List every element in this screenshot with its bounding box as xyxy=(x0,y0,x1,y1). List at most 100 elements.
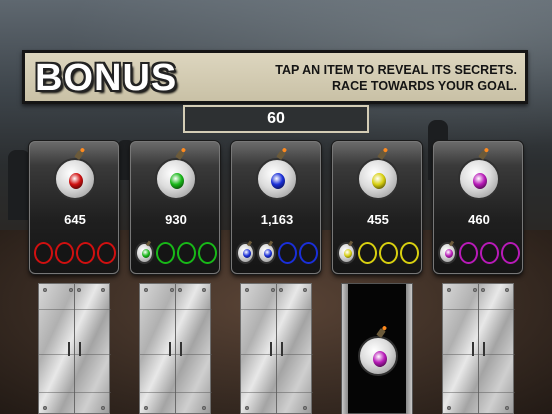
progress-slots xyxy=(438,240,520,266)
rivet xyxy=(303,288,307,292)
orb-gem xyxy=(170,173,184,189)
collected-slot xyxy=(236,240,255,264)
opened-door xyxy=(341,283,413,414)
rivet xyxy=(69,288,73,292)
rivet xyxy=(271,288,275,292)
progress-slots xyxy=(34,242,116,266)
empty-slot xyxy=(400,242,419,264)
door-handle xyxy=(180,342,182,356)
door-plate-seam xyxy=(39,354,111,355)
door-handle xyxy=(169,342,171,356)
card-score: 930 xyxy=(165,212,187,227)
closed-door[interactable] xyxy=(442,283,515,414)
counter-display: 60 xyxy=(183,105,369,133)
card-score: 645 xyxy=(64,212,86,227)
closed-door[interactable] xyxy=(139,283,212,414)
revealed-bomb-icon xyxy=(358,336,398,376)
rivet xyxy=(178,288,182,292)
door-plate-seam xyxy=(443,309,515,310)
door-handle xyxy=(270,342,272,356)
orb-gem xyxy=(69,173,83,189)
rock-spire-left xyxy=(8,150,30,220)
empty-slot xyxy=(156,242,175,264)
door-plate-seam xyxy=(443,392,515,393)
rivet xyxy=(473,288,477,292)
orb-gem xyxy=(473,173,487,189)
rivet xyxy=(101,406,105,410)
rivet xyxy=(43,288,47,292)
rivet xyxy=(447,406,451,410)
mini-fuse-icon xyxy=(347,240,354,247)
door-plate-seam xyxy=(39,309,111,310)
door-plate-seam xyxy=(241,354,313,355)
empty-slot xyxy=(198,242,217,264)
rivet xyxy=(43,406,47,410)
door-flap xyxy=(406,284,412,414)
collected-slot xyxy=(438,240,457,264)
empty-slot xyxy=(55,242,74,264)
progress-slots xyxy=(236,240,318,266)
rivet xyxy=(303,406,307,410)
mini-fuse-icon xyxy=(145,240,152,247)
empty-slot xyxy=(34,242,53,264)
goal-card: 930 xyxy=(130,141,220,274)
empty-slot xyxy=(97,242,116,264)
closed-door[interactable] xyxy=(240,283,313,414)
orb-gem xyxy=(271,173,285,189)
card-score: 460 xyxy=(468,212,490,227)
door-plate-seam xyxy=(241,309,313,310)
closed-door[interactable] xyxy=(38,283,111,414)
empty-slot xyxy=(278,242,297,264)
door-plate-seam xyxy=(241,392,313,393)
door-plate-seam xyxy=(39,392,111,393)
empty-slot xyxy=(358,242,377,264)
card-score: 455 xyxy=(367,212,389,227)
rivet xyxy=(279,288,283,292)
goal-card: 1,163 xyxy=(231,141,321,274)
bomb-orb-icon xyxy=(54,158,96,200)
door-handle xyxy=(472,342,474,356)
door-handle xyxy=(281,342,283,356)
rivet xyxy=(245,288,249,292)
empty-slot xyxy=(379,242,398,264)
instruction-line-2: RACE TOWARDS YOUR GOAL. xyxy=(332,79,517,93)
empty-slot xyxy=(177,242,196,264)
mini-orb-icon xyxy=(445,249,453,258)
door-plate-seam xyxy=(140,309,212,310)
card-score: 1,163 xyxy=(260,212,294,227)
door-flap xyxy=(342,284,348,414)
rivet xyxy=(144,406,148,410)
rivet xyxy=(144,288,148,292)
mini-orb-icon xyxy=(264,249,272,258)
goal-card: 645 xyxy=(29,141,119,274)
empty-slot xyxy=(480,242,499,264)
rivet xyxy=(202,406,206,410)
door-plate-seam xyxy=(140,354,212,355)
rivet xyxy=(245,406,249,410)
rivet xyxy=(170,288,174,292)
door-handle xyxy=(68,342,70,356)
orb-gem xyxy=(372,173,386,189)
bomb-orb-icon xyxy=(458,158,500,200)
rivet xyxy=(202,288,206,292)
bonus-title: BONUS xyxy=(35,57,178,99)
bomb-orb-icon xyxy=(155,158,197,200)
rivet xyxy=(77,288,81,292)
mini-orb-icon xyxy=(344,249,352,258)
mini-fuse-icon xyxy=(448,240,455,247)
door-plate-seam xyxy=(140,392,212,393)
door-handle xyxy=(483,342,485,356)
bomb-orb-icon xyxy=(357,158,399,200)
rivet xyxy=(505,288,509,292)
rivet xyxy=(447,288,451,292)
bomb-orb-icon xyxy=(256,158,298,200)
bonus-banner: BONUS TAP AN ITEM TO REVEAL ITS SECRETS.… xyxy=(22,50,528,104)
mini-fuse-icon xyxy=(246,240,253,247)
progress-slots xyxy=(337,240,419,266)
mini-orb-icon xyxy=(243,249,251,258)
collected-slot xyxy=(257,240,276,264)
mini-orb-icon xyxy=(142,249,150,258)
collected-slot xyxy=(135,240,154,264)
instructions: TAP AN ITEM TO REVEAL ITS SECRETS. RACE … xyxy=(275,62,517,94)
collected-slot xyxy=(337,240,356,264)
